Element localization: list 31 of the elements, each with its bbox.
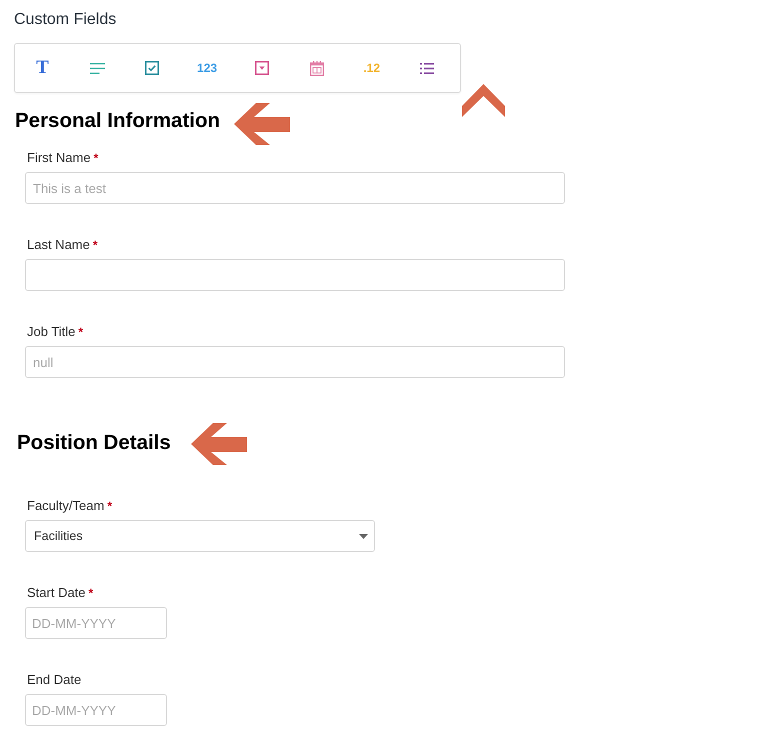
number-type-button[interactable]: 123	[197, 61, 218, 75]
caret-down-icon	[359, 534, 368, 538]
checkbox-icon[interactable]	[145, 61, 160, 75]
left-arrow-icon	[190, 423, 247, 465]
required-asterisk: *	[88, 586, 94, 600]
field-label: End Date	[27, 672, 82, 688]
page-title: Custom Fields	[14, 10, 116, 30]
field-label: First Name	[27, 150, 91, 166]
required-asterisk: *	[94, 151, 98, 165]
required-asterisk: *	[78, 325, 84, 339]
lines-icon[interactable]	[90, 62, 105, 74]
dropdown-icon[interactable]	[254, 61, 269, 75]
calendar-icon[interactable]	[310, 60, 324, 76]
field-label: Start Date	[27, 585, 86, 601]
text-input-field[interactable]: null	[25, 346, 565, 378]
text-input-field[interactable]	[25, 259, 565, 291]
up-chevron-icon	[462, 84, 505, 117]
section-heading: Position Details	[17, 431, 171, 455]
field-label: Last Name	[27, 237, 90, 253]
text-input-field[interactable]: This is a test	[25, 172, 565, 204]
list-icon[interactable]	[420, 62, 434, 74]
left-arrow-icon	[234, 103, 290, 145]
text-type-button[interactable]: T	[36, 58, 49, 78]
required-asterisk: *	[92, 238, 98, 252]
team-select[interactable]: Facilities	[25, 520, 375, 552]
required-asterisk: *	[107, 499, 112, 513]
field-label: Faculty/Team	[27, 498, 104, 514]
date-input-field[interactable]: DD-MM-YYYY	[25, 607, 167, 639]
section-heading: Personal Information	[15, 109, 220, 133]
field-label: Job Title	[27, 324, 76, 340]
date-input-field[interactable]: DD-MM-YYYY	[25, 694, 167, 726]
